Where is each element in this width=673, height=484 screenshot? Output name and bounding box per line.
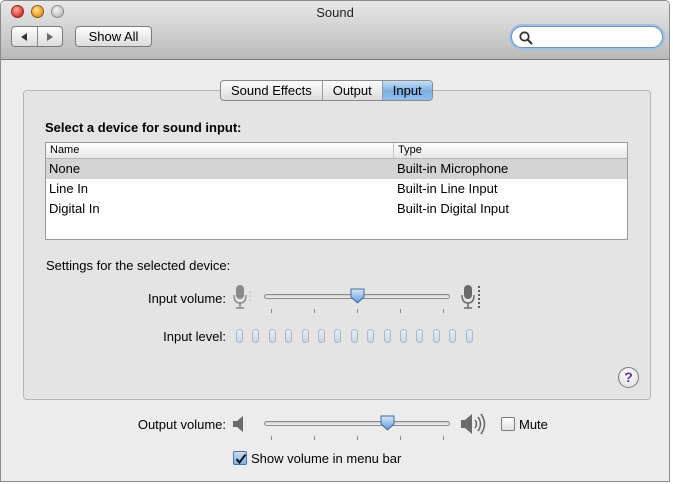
output-volume-slider-thumb[interactable] — [380, 415, 395, 431]
input-level-segment — [416, 329, 424, 343]
column-header-type[interactable]: Type — [394, 143, 422, 158]
back-arrow-icon — [21, 32, 28, 41]
input-volume-label: Input volume: — [147, 291, 226, 306]
back-forward-control — [11, 26, 63, 47]
input-level-segment — [432, 329, 440, 343]
input-level-segment — [465, 329, 473, 343]
input-level-segment — [318, 329, 325, 343]
input-volume-slider-thumb[interactable] — [350, 288, 365, 304]
sound-preferences-window: Sound Show All Sound Effects Output Inpu… — [0, 0, 670, 482]
input-level-segment — [268, 329, 276, 343]
title-bar: Sound Show All — [1, 1, 669, 60]
mute-checkbox[interactable] — [501, 417, 515, 431]
output-volume-label: Output volume: — [137, 417, 226, 432]
input-level-segment — [236, 329, 243, 343]
table-row[interactable]: Line In Built-in Line Input — [46, 179, 627, 199]
device-type: Built-in Digital Input — [397, 201, 509, 216]
input-level-segment — [285, 329, 293, 343]
table-row[interactable]: Digital In Built-in Digital Input — [46, 199, 627, 219]
tab-content-panel — [23, 90, 651, 400]
input-level-segment — [301, 329, 309, 343]
input-level-segment — [449, 329, 457, 343]
slider-tick — [314, 436, 315, 440]
speaker-loud-icon — [461, 413, 486, 435]
forward-arrow-icon — [46, 32, 53, 41]
tab-output[interactable]: Output — [321, 81, 382, 100]
input-level-segment — [383, 329, 391, 343]
tab-sound-effects[interactable]: Sound Effects — [221, 81, 322, 100]
slider-tick — [400, 309, 401, 313]
device-list-heading: Select a device for sound input: — [45, 120, 242, 135]
input-level-segment — [400, 329, 407, 343]
microphone-quiet-icon — [233, 285, 251, 309]
column-header-name[interactable]: Name — [46, 143, 394, 158]
input-level-segment — [367, 329, 375, 343]
tab-bar: Sound Effects Output Input — [220, 80, 433, 101]
input-level-segment — [252, 329, 260, 343]
show-all-button[interactable]: Show All — [75, 26, 152, 47]
device-type: Built-in Microphone — [397, 161, 509, 176]
slider-tick — [443, 309, 444, 313]
slider-tick — [400, 436, 401, 440]
table-header: Name Type — [46, 143, 627, 159]
slider-tick — [314, 309, 315, 313]
slider-tick — [443, 436, 444, 440]
forward-button[interactable] — [36, 27, 63, 46]
show-volume-in-menu-bar-label: Show volume in menu bar — [251, 451, 402, 466]
table-row[interactable]: None Built-in Microphone — [46, 159, 627, 179]
input-level-label: Input level: — [163, 329, 226, 344]
device-name: None — [49, 161, 81, 176]
speaker-quiet-icon — [233, 416, 243, 432]
slider-tick — [271, 309, 272, 313]
help-button[interactable]: ? — [618, 367, 639, 388]
back-button[interactable] — [12, 27, 37, 46]
mute-label: Mute — [519, 417, 548, 432]
device-name: Digital In — [49, 201, 100, 216]
search-field[interactable] — [511, 26, 663, 48]
checkmark-icon — [235, 453, 247, 465]
input-level-segment — [350, 329, 358, 343]
input-device-table: Name Type None Built-in Microphone Line … — [45, 142, 628, 240]
output-volume-track[interactable] — [264, 421, 450, 426]
device-type: Built-in Line Input — [397, 181, 498, 196]
search-input[interactable] — [534, 29, 654, 45]
slider-tick — [357, 436, 358, 440]
show-volume-in-menu-bar-checkbox[interactable] — [233, 451, 247, 465]
settings-heading: Settings for the selected device: — [46, 258, 231, 273]
slider-tick — [357, 309, 358, 313]
device-name: Line In — [49, 181, 89, 196]
search-icon — [519, 31, 533, 45]
slider-tick — [271, 436, 272, 440]
window-title: Sound — [316, 5, 354, 20]
tab-input[interactable]: Input — [381, 81, 432, 100]
microphone-loud-icon — [461, 285, 480, 309]
input-level-segment — [334, 329, 342, 343]
